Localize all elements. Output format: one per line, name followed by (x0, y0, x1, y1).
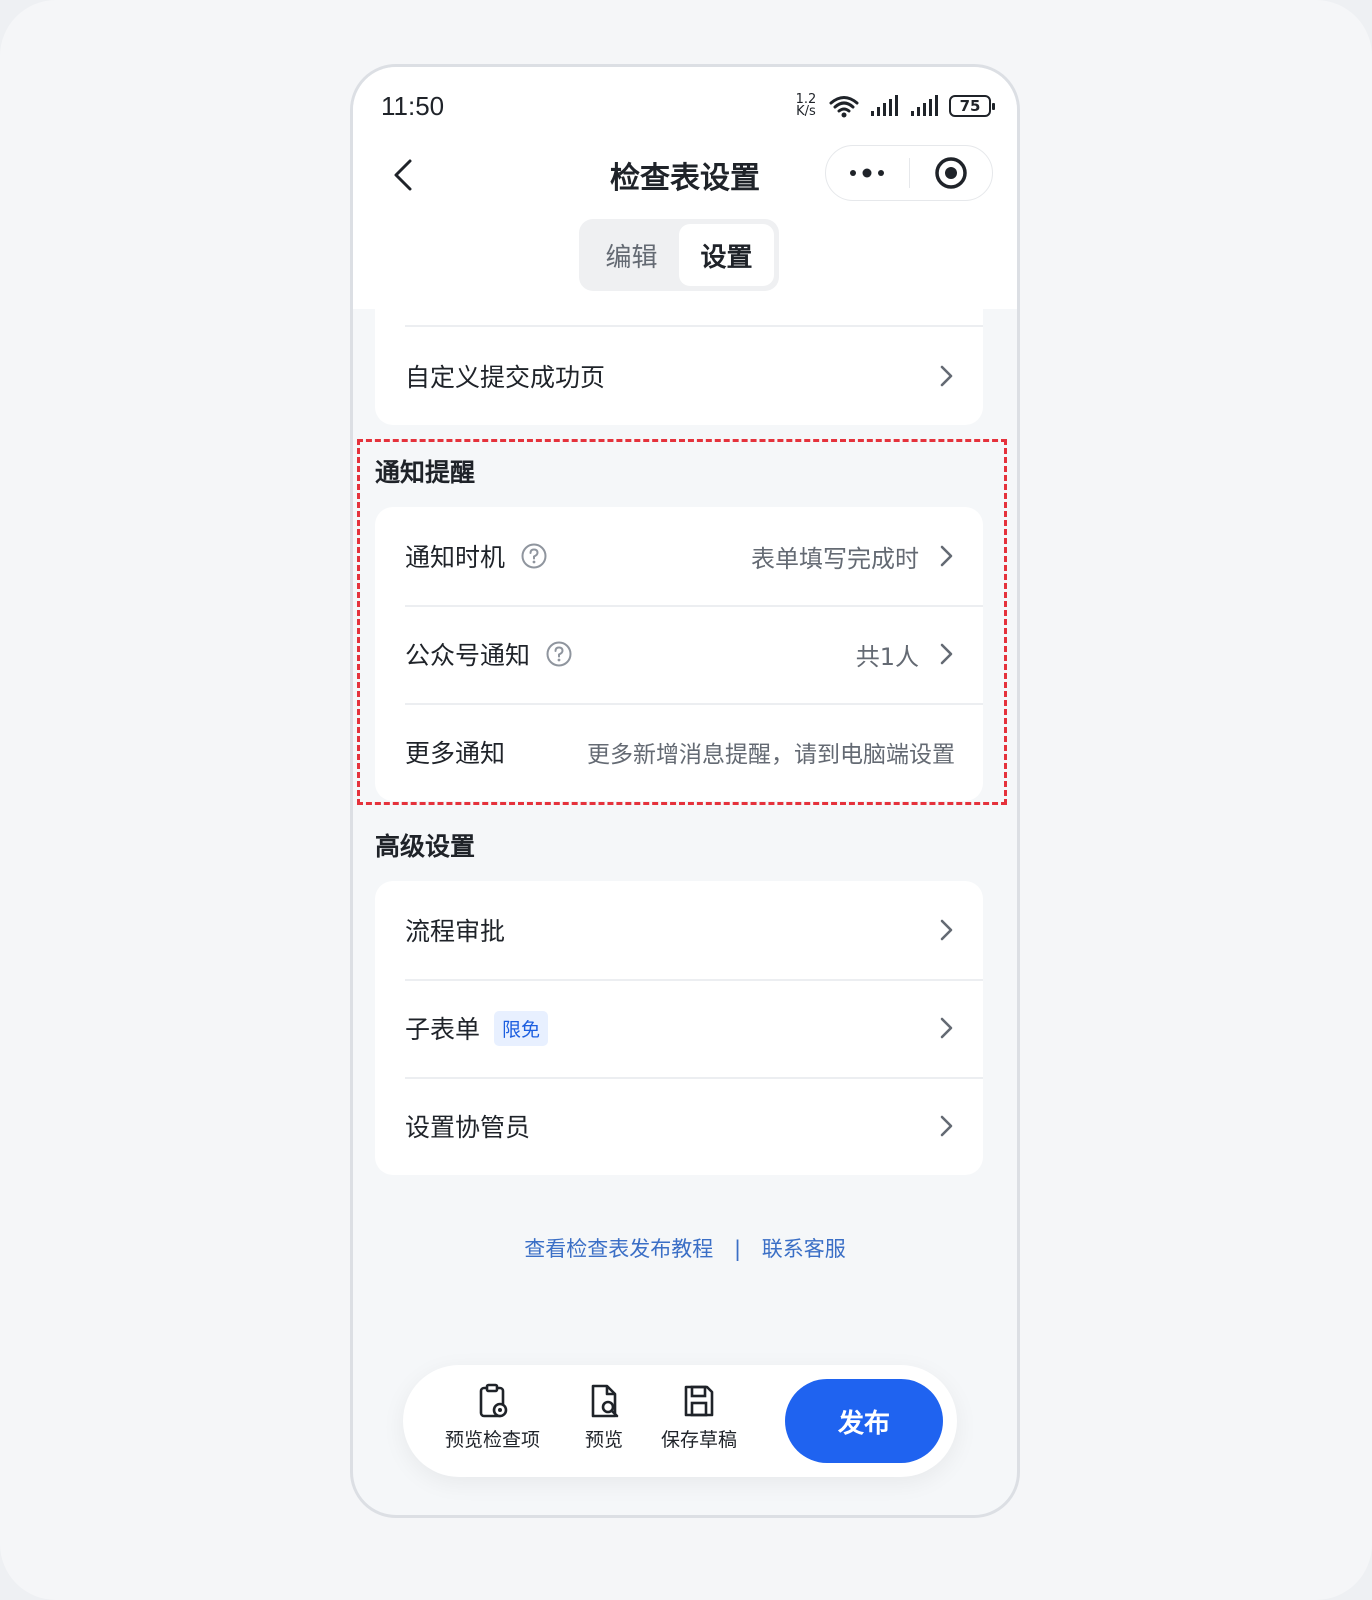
chevron-right-icon (940, 1017, 953, 1039)
file-search-icon (591, 1384, 619, 1418)
chevron-right-icon (940, 643, 953, 665)
row-set-co-admin[interactable]: 设置协管员 (375, 1077, 983, 1175)
row-label: 公众号通知 (405, 641, 531, 670)
tool-label: 保存草稿 (661, 1429, 738, 1451)
customer-service-link[interactable]: 联系客服 (762, 1237, 846, 1261)
row-label: 设置协管员 (405, 1113, 531, 1142)
row-process-approval[interactable]: 流程审批 (375, 881, 983, 979)
row-more-notify: 更多通知 更多新增消息提醒，请到电脑端设置 (375, 703, 983, 801)
mode-segment: 编辑 设置 (579, 219, 779, 291)
row-label: 通知时机 (405, 543, 506, 572)
more-button[interactable] (826, 146, 909, 200)
row-notify-timing[interactable]: 通知时机 表单填写完成时 (375, 507, 983, 605)
status-icons: 1.2 K/s 75 (793, 91, 995, 121)
card-advanced: 流程审批 子表单 限免 设置协管员 (375, 881, 983, 1175)
help-circle-icon[interactable] (521, 543, 547, 569)
footer-links: 查看检查表发布教程 | 联系客服 (353, 1233, 1017, 1263)
row-custom-success-page[interactable]: 自定义提交成功页 (375, 327, 983, 425)
wifi-icon (829, 96, 859, 118)
close-miniprogram-button[interactable] (910, 146, 993, 200)
tutorial-link[interactable]: 查看检查表发布教程 (524, 1237, 713, 1261)
mini-program-capsule (825, 145, 993, 201)
save-draft-button[interactable]: 保存草稿 (661, 1383, 737, 1452)
chevron-right-icon (940, 365, 953, 387)
battery-indicator: 75 (949, 95, 995, 117)
tab-settings[interactable]: 设置 (679, 224, 774, 286)
preview-button[interactable]: 预览 (585, 1383, 623, 1452)
row-label: 流程审批 (405, 917, 506, 946)
free-tag: 限免 (494, 1010, 549, 1046)
network-speed-unit: K/s (796, 104, 816, 119)
phone-frame: 11:50 1.2 K/s 75 检查表设置 编辑 设置 自定义提交成功页 通知… (350, 64, 1020, 1518)
chevron-right-icon (940, 1115, 953, 1137)
chevron-right-icon (940, 545, 953, 567)
row-value: 更多新增消息提醒，请到电脑端设置 (587, 742, 955, 768)
row-value: 表单填写完成时 (751, 544, 919, 573)
top-bar: 11:50 1.2 K/s 75 检查表设置 编辑 设置 (353, 67, 1017, 309)
signal-icon-secondary (911, 95, 938, 116)
help-circle-icon[interactable] (546, 641, 572, 667)
network-speed: 1.2 K/s (793, 93, 819, 119)
clipboard-eye-icon (479, 1383, 507, 1418)
target-circle-icon (935, 157, 967, 189)
row-label: 更多通知 (405, 739, 506, 768)
row-label: 子表单 (405, 1015, 481, 1044)
status-time: 11:50 (381, 91, 445, 121)
more-dots-icon (850, 168, 885, 178)
link-separator: | (733, 1237, 742, 1261)
card-notify: 通知时机 表单填写完成时 公众号通知 共1人 更多通知 更多新增消息提醒，请到电… (375, 507, 983, 801)
row-subform[interactable]: 子表单 限免 (375, 979, 983, 1077)
row-value: 共1人 (855, 642, 919, 671)
preview-items-button[interactable]: 预览检查项 (445, 1383, 540, 1452)
tool-label: 预览检查项 (445, 1429, 541, 1451)
chevron-right-icon (940, 919, 953, 941)
signal-icon (871, 95, 898, 116)
tool-label: 预览 (585, 1429, 624, 1451)
tab-edit[interactable]: 编辑 (584, 224, 679, 286)
section-title-notify: 通知提醒 (375, 458, 476, 487)
row-official-account-notify[interactable]: 公众号通知 共1人 (375, 605, 983, 703)
card-submit-settings: 自定义提交成功页 (375, 305, 983, 425)
publish-button[interactable]: 发布 (785, 1379, 943, 1463)
floppy-disk-icon (684, 1385, 714, 1417)
bottom-toolbar: 预览检查项 预览 保存草稿 发布 (403, 1365, 957, 1477)
section-title-advanced: 高级设置 (375, 832, 476, 861)
row-label: 自定义提交成功页 (405, 363, 606, 392)
